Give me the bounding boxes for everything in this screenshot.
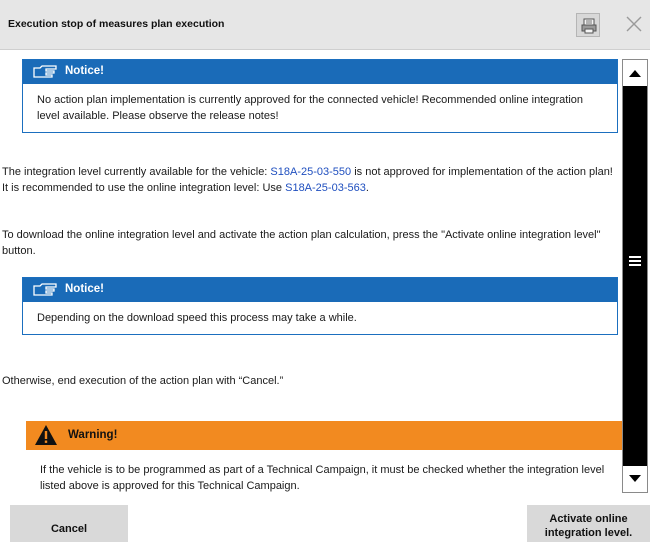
close-button[interactable] xyxy=(622,12,646,36)
message-content: Notice! No action plan implementation is… xyxy=(0,51,622,499)
current-integration-level-link[interactable]: S18A-25-03-550 xyxy=(270,166,351,178)
notice-text: Depending on the download speed this pro… xyxy=(37,312,357,324)
online-integration-level-link[interactable]: S18A-25-03-563 xyxy=(285,182,366,194)
window-title: Execution stop of measures plan executio… xyxy=(8,18,225,30)
download-instruction-paragraph: To download the online integration level… xyxy=(2,229,601,257)
scrollbar-thumb[interactable] xyxy=(623,86,647,466)
grip-icon xyxy=(629,256,641,266)
print-button[interactable] xyxy=(576,13,600,37)
pointing-hand-icon xyxy=(33,65,57,78)
notice-header: Notice! xyxy=(23,278,617,302)
arrow-down-icon xyxy=(629,475,641,482)
activate-online-integration-level-button[interactable]: Activate online integration level. xyxy=(527,505,650,542)
title-bar: Execution stop of measures plan executio… xyxy=(0,0,650,50)
integration-level-paragraph: The integration level currently availabl… xyxy=(2,164,620,196)
arrow-up-icon xyxy=(629,70,641,77)
cancel-instruction-paragraph: Otherwise, end execution of the action p… xyxy=(2,375,284,387)
warning-header: Warning! xyxy=(26,421,622,450)
button-label-line: Activate online xyxy=(549,513,628,525)
notice-title: Notice! xyxy=(65,283,104,295)
close-icon xyxy=(626,16,642,32)
button-label-line: integration level. xyxy=(544,527,633,539)
notice-box-1: Notice! No action plan implementation is… xyxy=(22,59,618,133)
cancel-button[interactable]: Cancel xyxy=(10,505,128,542)
notice-text: No action plan implementation is current… xyxy=(37,94,584,122)
scroll-up-button[interactable] xyxy=(623,60,647,86)
warning-box: Warning! If the vehicle is to be program… xyxy=(26,421,622,494)
notice-header: Notice! xyxy=(23,60,617,84)
pointing-hand-icon xyxy=(33,283,57,296)
paragraph-text: . xyxy=(365,182,369,194)
warning-text: If the vehicle is to be programmed as pa… xyxy=(40,464,605,492)
vertical-scrollbar[interactable] xyxy=(622,59,648,493)
dialog-footer: Cancel Activate online integration level. xyxy=(0,500,650,542)
notice-box-2: Notice! Depending on the download speed … xyxy=(22,277,618,335)
warning-triangle-icon xyxy=(35,425,57,445)
scroll-down-button[interactable] xyxy=(623,466,647,492)
printer-icon xyxy=(581,18,597,34)
warning-title: Warning! xyxy=(68,429,118,441)
notice-title: Notice! xyxy=(65,65,104,77)
paragraph-text: The integration level currently availabl… xyxy=(2,166,271,178)
